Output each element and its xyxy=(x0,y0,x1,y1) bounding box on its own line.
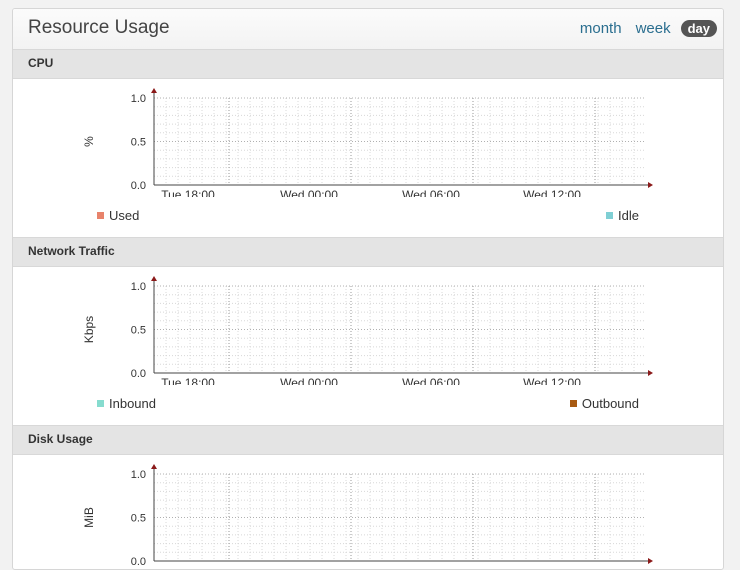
x-tick-label: Tue 18:00 xyxy=(161,376,215,385)
y-tick-label: 1.0 xyxy=(131,93,146,105)
disk-section-title: Disk Usage xyxy=(28,432,93,446)
y-axis-arrow xyxy=(151,276,157,281)
cpu-chart: 1.0 0.5 0.0% Tue 18:00 Wed 00:00 Wed 06:00 Wed… xyxy=(82,88,653,197)
outbound-swatch xyxy=(569,400,577,407)
y-axis-arrow xyxy=(151,464,157,469)
y-tick-label: 1.0 xyxy=(131,469,146,481)
resource-usage-panel: Resource Usage month week day CPU 1.0 0.5… xyxy=(12,8,724,570)
inbound-swatch xyxy=(97,400,104,407)
cpu-legend-idle: Idle xyxy=(606,208,639,223)
network-legend-outbound: Outbound xyxy=(569,396,639,411)
x-tick-label: Wed 00:00 xyxy=(280,188,338,197)
x-tick-label: Wed 06:00 xyxy=(402,376,460,385)
y-tick-label: 0.5 xyxy=(131,325,146,337)
x-tick-label: Wed 06:00 xyxy=(402,188,460,197)
x-tick-label: Wed 12:00 xyxy=(523,188,581,197)
range-month-link[interactable]: month xyxy=(580,19,622,38)
range-week-link[interactable]: week xyxy=(636,19,671,38)
y-tick-label: 1.0 xyxy=(131,281,146,293)
x-axis-arrow xyxy=(648,182,653,188)
network-section-header: Network Traffic xyxy=(13,237,723,267)
x-axis-arrow xyxy=(648,558,653,564)
idle-label: Idle xyxy=(618,208,639,223)
outbound-label: Outbound xyxy=(581,396,639,411)
disk-chart: 1.00.50.0MiB xyxy=(82,464,653,568)
page-title: Resource Usage xyxy=(28,17,170,38)
panel-header: Resource Usage month week day xyxy=(13,9,723,50)
idle-swatch xyxy=(606,212,614,219)
cpu-section-header: CPU xyxy=(13,49,723,79)
x-tick-label: Wed 12:00 xyxy=(523,376,581,385)
x-axis-arrow xyxy=(648,370,653,376)
network-chart: 1.0 0.5 0.0 Kbps Tue 18:00 Wed 00:00 Wed 06:00… xyxy=(82,276,653,385)
y-tick-label: 0.5 xyxy=(131,137,146,149)
x-tick-label: Wed 00:00 xyxy=(280,376,338,385)
used-swatch xyxy=(97,212,104,219)
inbound-label: Inbound xyxy=(109,396,156,411)
y-axis-label: MiB xyxy=(82,507,96,528)
y-tick-label: 0.0 xyxy=(131,368,146,380)
y-axis-label: Kbps xyxy=(82,316,96,343)
range-selector: month week day xyxy=(566,19,717,38)
network-section-title: Network Traffic xyxy=(28,244,115,258)
y-axis-label: % xyxy=(82,136,96,147)
used-label: Used xyxy=(109,208,140,223)
y-tick-label: 0.5 xyxy=(131,513,146,525)
disk-section-header: Disk Usage xyxy=(13,425,723,455)
cpu-legend-used: Used xyxy=(97,208,139,223)
cpu-section-title: CPU xyxy=(28,56,54,70)
range-day-link[interactable]: day xyxy=(680,20,717,37)
network-legend-inbound: Inbound xyxy=(97,396,156,411)
y-tick-label: 0.0 xyxy=(131,180,146,192)
x-tick-label: Tue 18:00 xyxy=(161,188,215,197)
y-axis-arrow xyxy=(151,88,157,93)
